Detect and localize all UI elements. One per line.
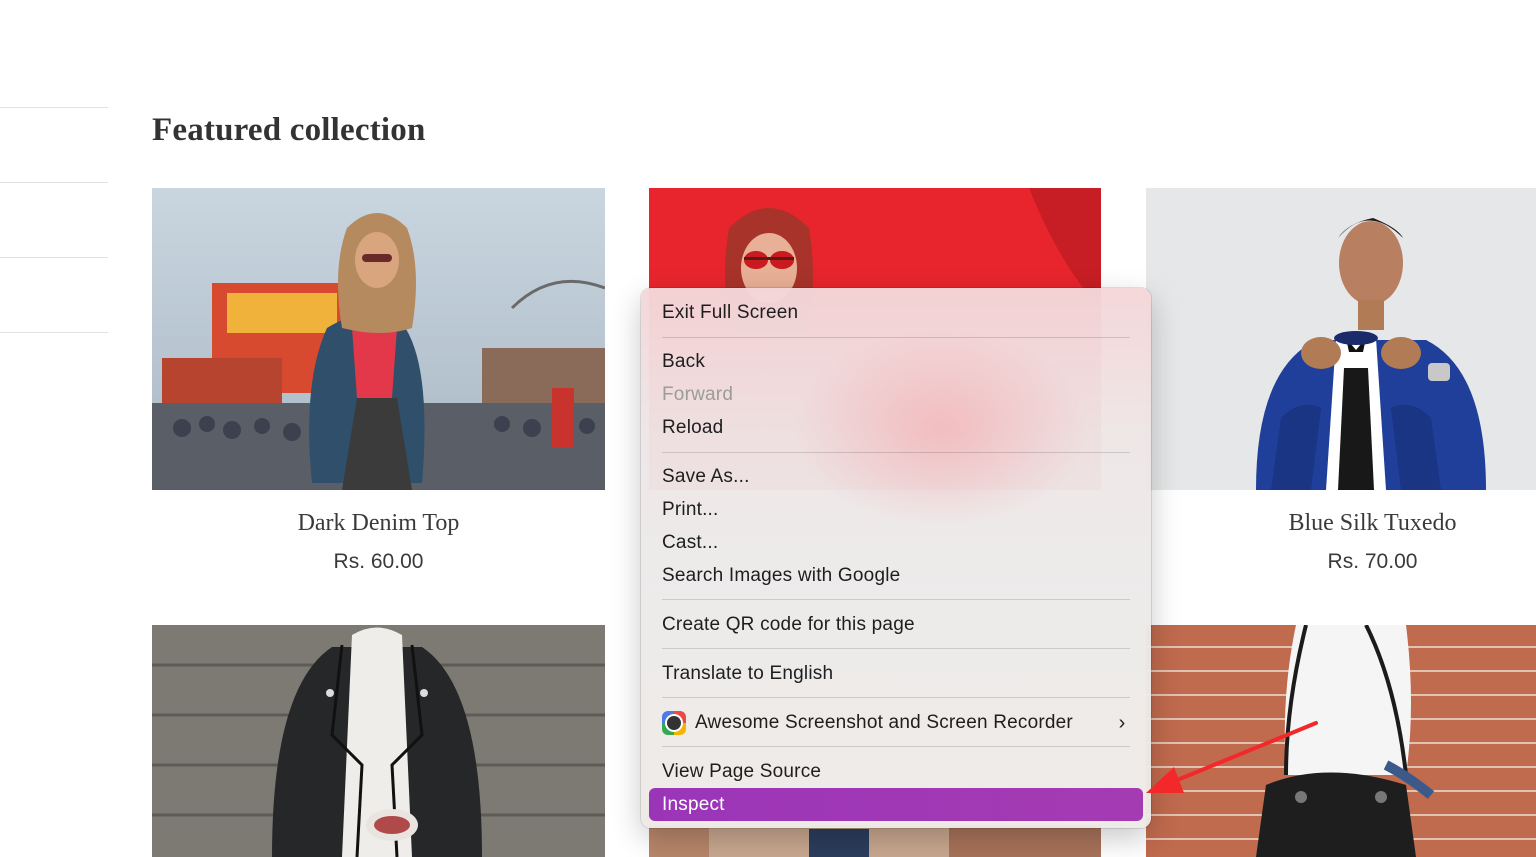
sidebar-divider xyxy=(0,257,108,258)
product-image-row2-middle[interactable] xyxy=(649,825,1101,857)
sidebar-divider xyxy=(0,107,108,108)
product-price: Rs. 70.00 xyxy=(1327,550,1418,573)
awesome-screenshot-icon xyxy=(662,711,686,735)
menu-item-inspect[interactable]: Inspect xyxy=(662,790,725,820)
product-name[interactable]: Blue Silk Tuxedo xyxy=(1146,510,1536,537)
menu-separator xyxy=(662,746,1130,747)
menu-item-search-images[interactable]: Search Images with Google xyxy=(662,561,900,591)
product-image-blue-silk-tuxedo[interactable] xyxy=(1146,188,1536,490)
product-image-leather-jacket[interactable] xyxy=(152,625,605,857)
product-price: Rs. 60.00 xyxy=(333,550,424,573)
context-menu: Exit Full Screen Back Forward Reload Sav… xyxy=(641,288,1151,828)
product-name[interactable]: Dark Denim Top xyxy=(152,510,605,537)
product-image-dark-denim-top[interactable] xyxy=(152,188,605,490)
menu-item-print[interactable]: Print... xyxy=(662,495,719,525)
menu-separator xyxy=(662,599,1130,600)
menu-separator xyxy=(662,337,1130,338)
section-title: Featured collection xyxy=(152,112,426,148)
menu-item-create-qr[interactable]: Create QR code for this page xyxy=(662,610,915,640)
menu-item-forward: Forward xyxy=(662,384,734,405)
menu-item-back[interactable]: Back xyxy=(662,347,705,377)
menu-item-reload[interactable]: Reload xyxy=(662,413,723,443)
chevron-right-icon: › xyxy=(1118,712,1126,734)
menu-item-view-page-source[interactable]: View Page Source xyxy=(662,757,821,787)
sidebar-dividers xyxy=(0,0,108,857)
sidebar-divider xyxy=(0,182,108,183)
sidebar-divider xyxy=(0,332,108,333)
menu-item-translate[interactable]: Translate to English xyxy=(662,659,833,689)
menu-item-save-as[interactable]: Save As... xyxy=(662,462,750,492)
menu-item-awesome-screenshot[interactable]: Awesome Screenshot and Screen Recorder xyxy=(695,708,1073,738)
menu-separator xyxy=(662,697,1130,698)
menu-separator xyxy=(662,452,1130,453)
menu-item-exit-full-screen[interactable]: Exit Full Screen xyxy=(662,298,798,328)
annotation-arrow-icon xyxy=(1146,721,1318,793)
menu-separator xyxy=(662,648,1130,649)
menu-vibrancy-glow xyxy=(791,328,1091,528)
menu-item-cast[interactable]: Cast... xyxy=(662,528,718,558)
